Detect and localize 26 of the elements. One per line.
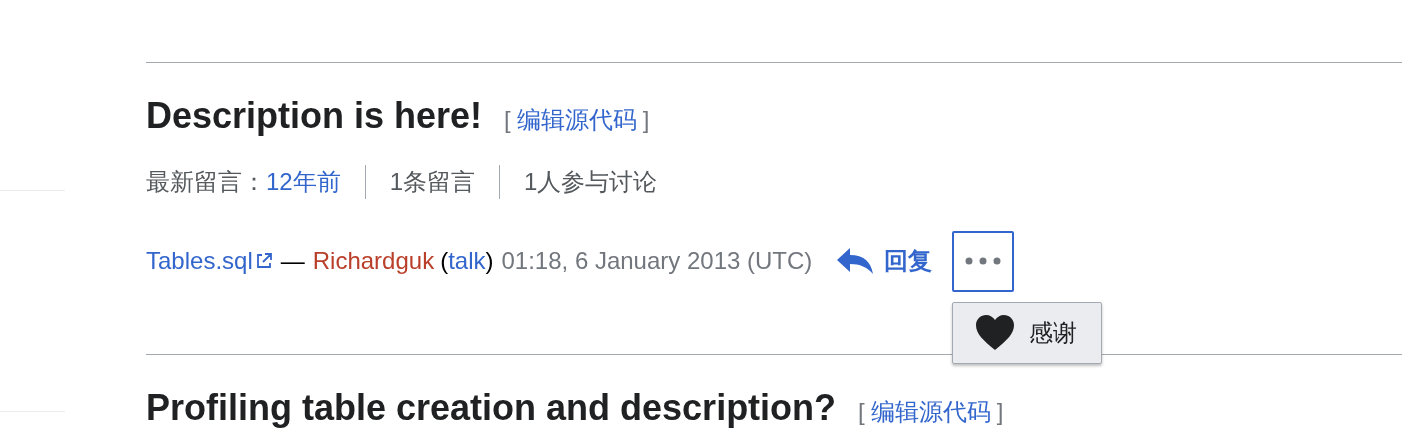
- latest-comment-link[interactable]: 12年前: [266, 166, 341, 198]
- timestamp: 01:18, 6 January 2013 (UTC): [501, 247, 813, 275]
- bracket: [: [858, 397, 865, 427]
- user-link[interactable]: Richardguk: [312, 247, 435, 275]
- paren: (: [440, 247, 449, 275]
- reply-arrow-icon: [836, 247, 875, 275]
- external-link[interactable]: Tables.sql: [146, 247, 253, 275]
- reply-button[interactable]: 回复: [830, 241, 939, 281]
- more-button[interactable]: [952, 230, 1015, 292]
- dash: —: [280, 247, 305, 275]
- comment-count: 1条留言: [389, 167, 476, 197]
- external-link-icon: [254, 252, 273, 270]
- paren: ): [485, 247, 494, 275]
- ellipsis-icon: [965, 257, 1002, 265]
- bracket: [: [504, 105, 511, 135]
- edit-source-link[interactable]: 编辑源代码: [870, 390, 991, 434]
- topic-heading: Description is here!: [146, 94, 483, 138]
- latest-comment-label: 最新留言：: [146, 167, 266, 197]
- heart-icon: [975, 314, 1016, 351]
- topic-heading: Profiling table creation and description?: [146, 386, 837, 430]
- talk-link[interactable]: talk: [448, 247, 486, 275]
- participant-count: 1人参与讨论: [524, 167, 658, 197]
- thank-menu-item[interactable]: 感谢: [953, 308, 1102, 357]
- bracket: ]: [996, 397, 1004, 427]
- bracket: ]: [642, 105, 650, 135]
- edit-source-link[interactable]: 编辑源代码: [516, 98, 637, 142]
